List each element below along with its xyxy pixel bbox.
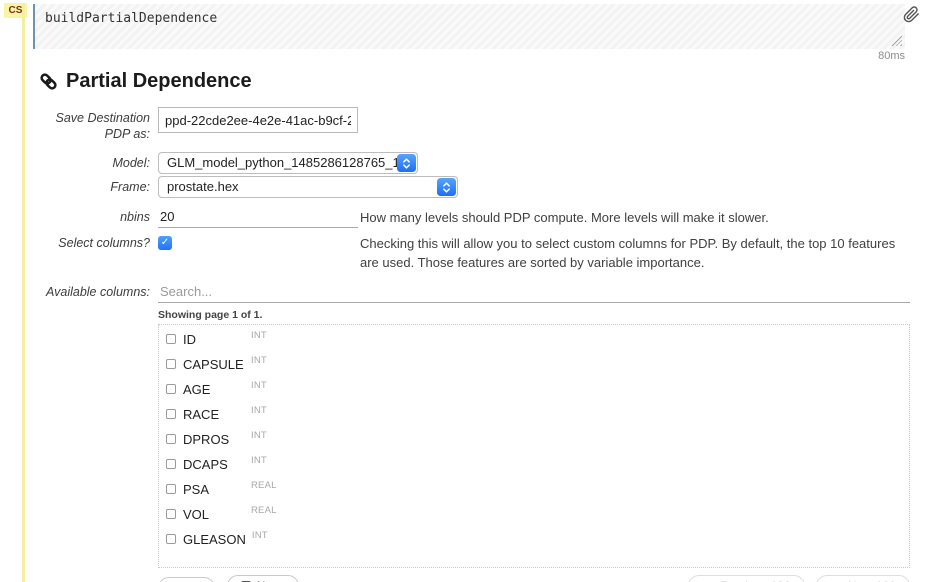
column-type-badge: INT — [251, 355, 267, 366]
frame-select[interactable]: prostate.hex — [158, 176, 458, 198]
execution-time: 80ms — [878, 50, 905, 62]
code-cell-input[interactable]: buildPartialDependence — [33, 4, 905, 49]
column-type-badge: REAL — [251, 480, 277, 491]
column-name: GLEASON — [183, 532, 246, 547]
column-name: AGE — [183, 382, 245, 397]
frame-select-value: prostate.hex — [167, 179, 239, 194]
page-title: Partial Dependence — [40, 70, 910, 93]
select-all-button[interactable]: ✓ All — [158, 577, 215, 582]
list-item[interactable]: AGE INT — [159, 377, 909, 402]
h2o-flow-page: CS buildPartialDependence 80ms Partial D… — [0, 0, 926, 582]
select-none-button[interactable]: None — [227, 575, 300, 582]
select-columns-label: Select columns? — [40, 232, 158, 252]
cell-output: Partial Dependence Save Destination PDP … — [40, 70, 910, 582]
column-type-badge: REAL — [251, 505, 277, 516]
resize-handle[interactable] — [891, 35, 902, 46]
column-checkbox[interactable] — [166, 334, 176, 344]
column-name: CAPSULE — [183, 357, 245, 372]
column-name: DCAPS — [183, 457, 245, 472]
list-item[interactable]: RACE INT — [159, 402, 909, 427]
paging-status: Showing page 1 of 1. — [158, 309, 910, 321]
select-columns-checkbox[interactable]: ✓ — [158, 236, 172, 250]
select-stepper-icon — [437, 178, 456, 196]
column-name: VOL — [183, 507, 245, 522]
list-item[interactable]: CAPSULE INT — [159, 352, 909, 377]
code-text: buildPartialDependence — [45, 11, 217, 26]
page-title-text: Partial Dependence — [66, 70, 252, 93]
dest-input[interactable] — [158, 107, 358, 133]
model-select[interactable]: GLM_model_python_1485286128765_1 — [158, 152, 418, 174]
column-list: ID INT CAPSULE INT AGE INT RACE INT — [158, 324, 910, 568]
column-type-badge: INT — [251, 380, 267, 391]
column-checkbox[interactable] — [166, 384, 176, 394]
select-buttons-group: ✓ All None — [158, 575, 299, 582]
select-columns-help-text: Checking this will allow you to select c… — [360, 232, 910, 273]
list-item[interactable]: GLEASON INT — [159, 527, 909, 552]
nbins-label: nbins — [40, 206, 158, 226]
column-type-badge: INT — [251, 430, 267, 441]
list-item[interactable]: ID INT — [159, 327, 909, 352]
frame-label: Frame: — [40, 176, 158, 196]
column-checkbox[interactable] — [166, 484, 176, 494]
column-type-badge: INT — [251, 455, 267, 466]
column-type-badge: INT — [252, 530, 268, 541]
column-name: DPROS — [183, 432, 245, 447]
nbins-help-text: How many levels should PDP compute. More… — [360, 206, 910, 228]
selected-cell-indicator — [22, 3, 25, 582]
select-stepper-icon — [397, 154, 416, 172]
column-checkbox[interactable] — [166, 434, 176, 444]
list-item[interactable]: PSA REAL — [159, 477, 909, 502]
link-icon — [40, 73, 57, 90]
column-checkbox[interactable] — [166, 359, 176, 369]
paperclip-icon[interactable] — [903, 6, 920, 23]
model-label: Model: — [40, 152, 158, 172]
column-checkbox[interactable] — [166, 509, 176, 519]
list-item[interactable]: DPROS INT — [159, 427, 909, 452]
nbins-input[interactable] — [158, 206, 358, 228]
previous-page-button[interactable]: ← Previous 100 — [688, 575, 804, 582]
column-name: PSA — [183, 482, 245, 497]
column-name: ID — [183, 332, 245, 347]
column-type-badge: INT — [251, 405, 267, 416]
column-checkbox[interactable] — [166, 459, 176, 469]
dest-label: Save Destination PDP as: — [40, 107, 158, 142]
list-item[interactable]: VOL REAL — [159, 502, 909, 527]
column-search-input[interactable] — [158, 281, 910, 303]
available-columns-label: Available columns: — [40, 281, 158, 301]
paging-buttons-group: ← Previous 100 → Next 100 — [688, 575, 910, 582]
column-type-badge: INT — [251, 330, 267, 341]
column-checkbox[interactable] — [166, 534, 176, 544]
column-checkbox[interactable] — [166, 409, 176, 419]
list-item[interactable]: DCAPS INT — [159, 452, 909, 477]
column-name: RACE — [183, 407, 245, 422]
model-select-value: GLM_model_python_1485286128765_1 — [167, 155, 400, 170]
next-page-button[interactable]: → Next 100 — [816, 575, 910, 582]
